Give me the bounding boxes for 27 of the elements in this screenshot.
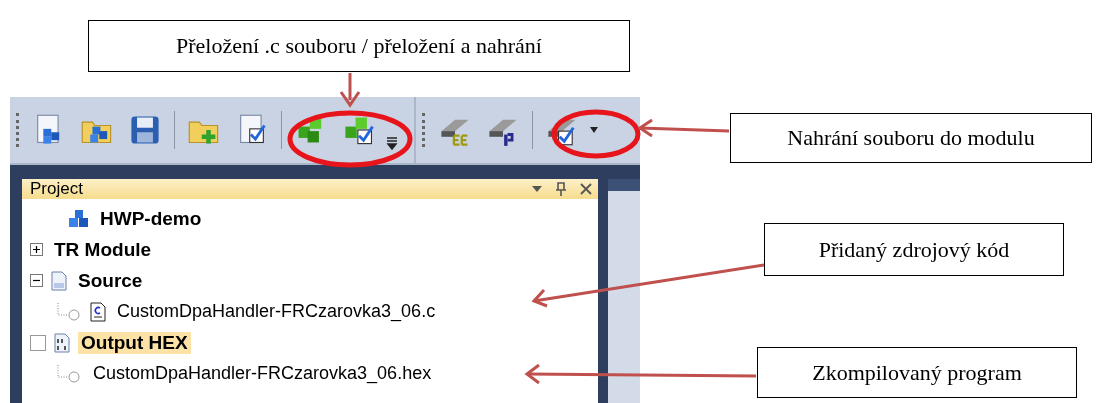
callout-label: Přidaný zdrojový kód — [764, 223, 1064, 276]
save-icon[interactable] — [128, 113, 162, 147]
tree-item[interactable]: HWP-demo — [97, 207, 205, 230]
caret-icon[interactable] — [589, 126, 599, 134]
callout-label: Zkompilovaný program — [757, 347, 1077, 398]
arrow — [339, 73, 361, 108]
document-icon — [51, 270, 67, 291]
tree-item[interactable]: CustomDpaHandler-FRCzarovka3_06.hex — [90, 363, 435, 384]
callout-label: Nahrání souboru do modulu — [730, 113, 1092, 163]
c-file-icon — [90, 301, 106, 322]
pin-icon[interactable] — [556, 182, 566, 196]
expand-icon[interactable] — [30, 243, 43, 256]
checkbox[interactable] — [30, 334, 46, 351]
panel-title: Project — [30, 179, 84, 199]
tree-item[interactable]: Source — [75, 269, 146, 292]
tree-connector-icon — [56, 302, 82, 321]
tree-item[interactable]: CustomDpaHandler-FRCzarovka3_06.c — [114, 301, 439, 322]
collapse-icon[interactable] — [30, 274, 43, 287]
binary-file-icon — [54, 332, 70, 353]
tree-item[interactable]: TR Module — [51, 238, 155, 261]
tree-connector-icon — [56, 364, 82, 383]
cubes-icon — [69, 209, 89, 228]
dropdown-icon[interactable] — [532, 186, 542, 192]
tree-item[interactable]: Output HEX — [78, 331, 191, 354]
callout-label: Přeložení .c souboru / přeložení a nahrání — [88, 20, 630, 72]
overflow-icon[interactable] — [386, 136, 398, 150]
close-icon[interactable] — [580, 183, 592, 195]
